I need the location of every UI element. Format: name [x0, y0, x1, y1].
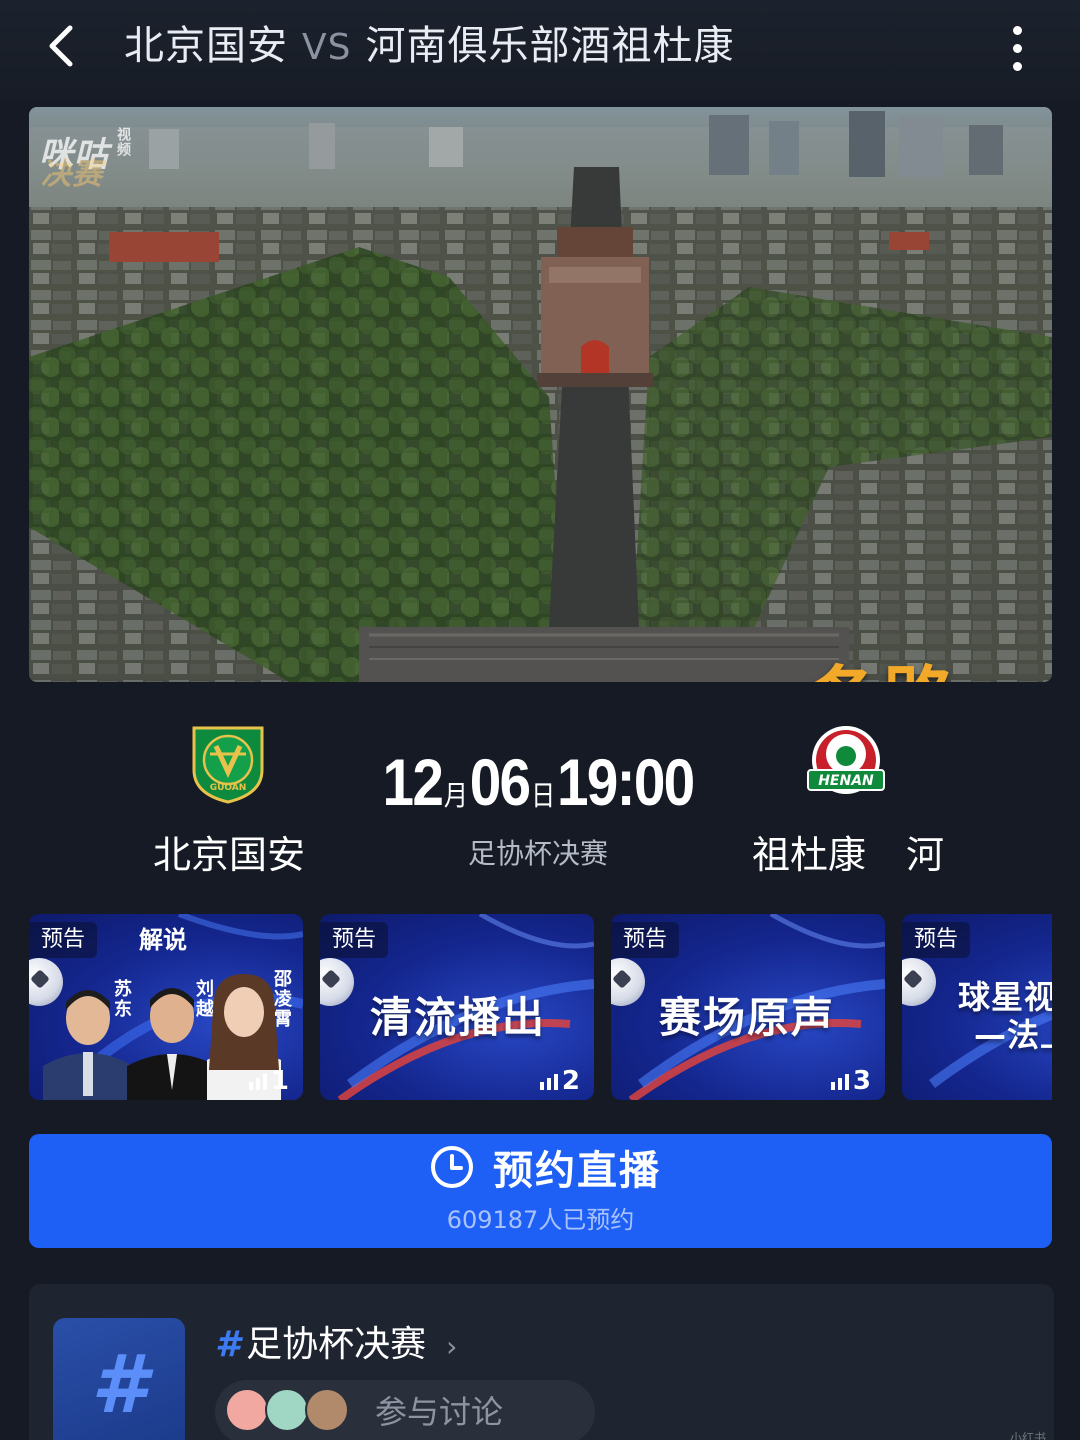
signal-bars-icon: [539, 1074, 558, 1090]
signal-bars-icon: [248, 1074, 267, 1090]
watermark-sub: 视频: [115, 127, 131, 157]
competition-name: 足协杯决赛: [467, 837, 608, 870]
card-number: 3: [852, 1066, 871, 1096]
card-headline-line2: —法上: [974, 1016, 1052, 1054]
match-month: 12: [382, 745, 443, 819]
match-month-unit: 月: [443, 780, 468, 811]
topic-hash: #: [215, 1324, 241, 1365]
preview-tag: 预告: [611, 922, 680, 958]
back-arrow-icon[interactable]: [38, 22, 86, 70]
preview-card-star-view[interactable]: 预告 球星视 —法上: [902, 914, 1052, 1100]
video-caption: 一条路: [735, 641, 957, 682]
avatar: [305, 1388, 349, 1432]
aerial-city-image: [29, 107, 1052, 682]
match-time: 19:00: [556, 745, 695, 819]
topic-title[interactable]: # 足协杯决赛 ›: [215, 1320, 457, 1372]
reserve-count: 609187人已预约: [446, 1206, 635, 1234]
away-team-name[interactable]: 祖杜康: [752, 830, 866, 880]
card-number: 1: [270, 1066, 289, 1096]
preview-card-commentary[interactable]: 预告 解说 苏东 刘越 邵凌霄 1: [29, 914, 303, 1100]
preview-tag: 预告: [320, 922, 389, 958]
card-index: 3: [830, 1066, 871, 1096]
away-logo-text: HENAN: [818, 773, 874, 789]
preview-tag: 预告: [902, 922, 971, 958]
card-index: 2: [539, 1066, 580, 1096]
preview-tag: 预告: [29, 922, 98, 958]
away-team-name-marquee: 河: [906, 833, 945, 877]
card-headline: 清流播出: [370, 993, 547, 1042]
join-discussion-button[interactable]: 参与讨论: [215, 1380, 595, 1440]
discuss-label: 参与讨论: [375, 1393, 504, 1431]
topic-card[interactable]: # # 足协杯决赛 › 参与讨论 小红书: [29, 1284, 1054, 1440]
page-title: 北京国安 VS 河南俱乐部酒祖杜康: [124, 16, 734, 76]
watermark-overlay: 决赛: [41, 157, 103, 192]
card-number: 2: [561, 1066, 580, 1096]
home-team-name[interactable]: 北京国安: [153, 830, 305, 880]
corner-watermark: 小红书: [1009, 1431, 1046, 1440]
top-bar: 北京国安 VS 河南俱乐部酒祖杜康: [0, 0, 1080, 100]
signal-bars-icon: [830, 1074, 849, 1090]
card-headline: 赛场原声: [659, 993, 836, 1042]
preview-card-stadium-audio[interactable]: 预告 赛场原声 3: [611, 914, 885, 1100]
clock-icon: [431, 1146, 473, 1188]
hashtag-icon: #: [53, 1318, 185, 1440]
card-index: 1: [248, 1066, 289, 1096]
topic-title-text: 足协杯决赛: [246, 1324, 427, 1365]
preview-card-clean-feed[interactable]: 预告 清流播出 2: [320, 914, 594, 1100]
title-home-team: 北京国安: [124, 23, 288, 69]
home-team-logo[interactable]: GUOAN: [188, 724, 268, 804]
match-day-unit: 日: [531, 780, 556, 811]
more-options-icon[interactable]: [1002, 22, 1032, 74]
video-player[interactable]: 咪咕视频 决赛 一条路: [29, 107, 1052, 682]
avatar: [225, 1388, 269, 1432]
match-day: 06: [469, 745, 531, 819]
preview-cards-row[interactable]: 预告 解说 苏东 刘越 邵凌霄 1 预告 清流播出 2 预告 赛场原声 3 预告…: [29, 914, 1052, 1100]
title-away-team: 河南俱乐部酒祖杜康: [365, 23, 735, 69]
away-team-logo[interactable]: HENAN: [806, 722, 886, 802]
home-logo-text: GUOAN: [210, 783, 247, 793]
reserve-live-button[interactable]: 预约直播 609187人已预约: [29, 1134, 1052, 1248]
reserve-label: 预约直播: [493, 1148, 661, 1194]
match-datetime: 12 月 06 日 19:00: [382, 744, 695, 820]
title-vs: VS: [302, 27, 352, 68]
card-title: 解说: [139, 926, 187, 954]
chevron-right-icon: ›: [446, 1330, 458, 1363]
commentator-name-3: 邵凌霄: [274, 969, 292, 1030]
avatar: [265, 1388, 309, 1432]
video-watermark: 咪咕 视频 决赛: [39, 127, 153, 192]
